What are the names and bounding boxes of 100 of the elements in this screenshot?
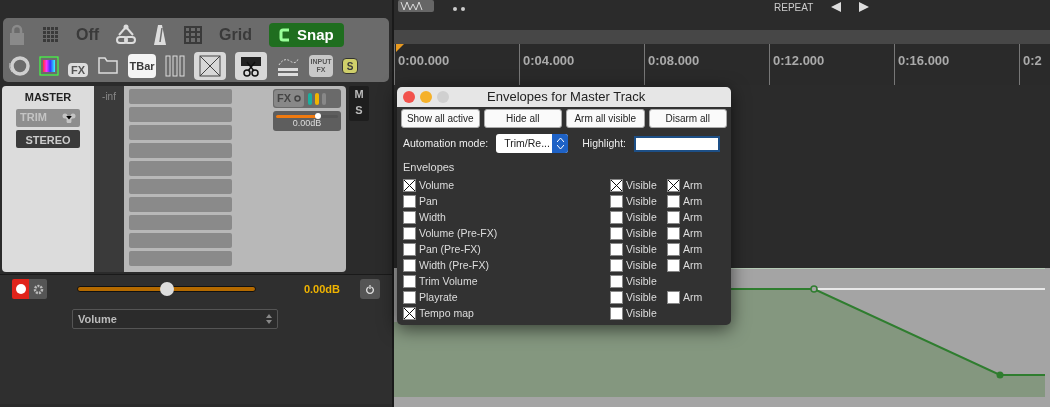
link-icon[interactable] [116,24,137,46]
envelope-label: Playrate [419,289,458,305]
close-button[interactable] [403,91,415,103]
section-label: Envelopes [402,160,456,175]
dialog-button[interactable]: Hide all [483,109,562,128]
settings-button[interactable] [29,279,47,299]
repeat-button[interactable]: REPEAT [774,3,814,12]
grid-icon[interactable] [184,26,203,44]
checkbox[interactable] [667,291,680,304]
checkbox[interactable] [667,259,680,272]
power-button[interactable] [360,279,380,299]
checkbox[interactable] [403,211,416,224]
checkbox[interactable] [610,179,623,192]
volume-slider[interactable] [276,115,338,118]
envelope-icon [62,112,76,123]
rewind-icon [831,2,842,12]
checkbox[interactable] [610,307,623,320]
checkbox[interactable] [403,243,416,256]
envelope-cross-icon [198,54,223,78]
color-palette-icon[interactable] [39,56,59,76]
checkbox-label: Arm [683,225,703,241]
checkbox-label: Arm [683,209,703,225]
checkbox[interactable] [403,275,416,288]
dialog-button[interactable]: Arm all visible [566,109,645,128]
checkbox[interactable] [610,259,623,272]
toggle-button[interactable] [235,52,268,80]
checkbox[interactable] [610,275,623,288]
envelope-label: Pan [419,193,438,209]
checkbox-label: Visible [626,257,657,273]
field-label: Automation mode: [403,135,489,151]
stepper-icon [266,314,272,324]
checkbox-label: Visible [626,209,657,225]
checkbox[interactable] [610,291,623,304]
envelope-label: Width [419,209,446,225]
snap-button[interactable]: Snap [269,23,344,47]
mixer-icon[interactable] [165,55,186,77]
power-icon [294,95,302,102]
checkbox[interactable] [403,179,416,192]
channel-button[interactable]: STEREO [16,129,80,148]
checkbox[interactable] [403,227,416,240]
dialog-title: Envelopes for Master Track [487,88,646,107]
checkbox[interactable] [610,195,623,208]
checkbox-label: Visible [626,225,657,241]
parameter-select[interactable]: Volume [72,309,278,329]
toolbar-button[interactable]: TBar [128,54,157,78]
checkbox-label: Visible [626,305,657,321]
volume-readout: 0.00dB [291,118,323,129]
dialog-button[interactable]: Show all active [401,109,480,128]
time-label: 0:04.000 [519,44,644,85]
checkbox[interactable] [667,243,680,256]
power-icon [366,283,374,295]
checkbox[interactable] [403,307,416,320]
envelope-slider[interactable] [76,282,257,296]
play-icon [859,2,870,12]
metronome-icon[interactable] [153,24,168,46]
highlight-field[interactable] [634,135,720,152]
dialog-button[interactable]: Disarm all [648,109,727,128]
checkbox-label: Visible [626,193,657,209]
checkbox-label: Arm [683,177,703,193]
envelope-value: 0.00dB [302,281,340,297]
arm-button[interactable] [12,279,30,299]
checkbox-label: Visible [626,289,657,305]
checkbox[interactable] [667,227,680,240]
solo-button[interactable]: S [355,102,363,118]
checkbox[interactable] [610,243,623,256]
checkbox[interactable] [667,211,680,224]
envelope-label: Volume (Pre-FX) [419,225,498,241]
checkbox-label: Arm [683,257,703,273]
envelope-label: Trim Volume [419,273,478,289]
slider-thumb[interactable] [315,113,322,119]
checkbox-label: Arm [683,289,703,305]
envelope-label: Volume [419,177,455,193]
checkbox[interactable] [610,227,623,240]
envelope-label: Tempo map [419,305,474,321]
waveform-icon [398,0,434,12]
automation-mode-select[interactable]: Trim/Re... [496,134,569,153]
fx-button[interactable]: FX [68,63,89,77]
solo-button[interactable]: S [342,58,359,74]
record-icon [15,284,26,294]
grid-icon[interactable] [43,27,59,43]
slider-thumb[interactable] [159,282,174,296]
ring-icon[interactable] [8,55,30,77]
checkbox-label: Visible [626,177,657,193]
checkbox[interactable] [610,211,623,224]
checkbox[interactable] [403,195,416,208]
envelope-label: Pan (Pre-FX) [419,241,481,257]
field-label: Highlight: [582,135,626,151]
checkbox-label: Visible [626,273,657,289]
scissors-icon [239,54,264,78]
checkbox[interactable] [667,179,680,192]
checkbox[interactable] [667,195,680,208]
snap-icon [279,28,291,42]
checkbox-label: Arm [683,193,703,209]
time-label: 0:12.000 [769,44,894,85]
toggle-button[interactable] [194,52,227,80]
mute-button[interactable]: M [354,86,364,102]
folder-icon[interactable] [97,55,120,77]
checkbox[interactable] [403,291,416,304]
checkbox[interactable] [403,259,416,272]
meter-reading: -inf [94,86,124,272]
